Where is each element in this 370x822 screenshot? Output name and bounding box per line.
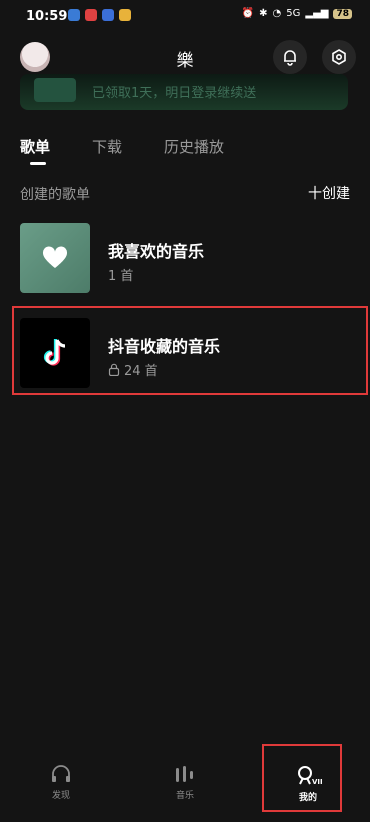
tab-playlists[interactable]: 歌单 xyxy=(20,136,50,165)
settings-button[interactable] xyxy=(322,40,356,74)
battery-level: 78 xyxy=(333,8,352,19)
gear-icon xyxy=(332,49,346,65)
music-bars-icon xyxy=(176,766,193,782)
playlist-name: 我喜欢的音乐 xyxy=(108,242,205,261)
status-bar: 10:59 ⏰ ✱ ◔ 5G ▂▄▆ 78 xyxy=(0,0,370,34)
app-notification-icon xyxy=(102,9,114,21)
wifi-icon: ◔ xyxy=(272,8,282,19)
section-label: 创建的歌单 xyxy=(20,187,90,203)
bluetooth-icon: ✱ xyxy=(259,8,268,19)
alarm-icon: ⏰ xyxy=(241,8,255,19)
highlight-box xyxy=(262,744,342,812)
status-app-icons xyxy=(68,9,131,21)
heart-icon xyxy=(42,246,68,268)
network-label: 5G xyxy=(286,8,301,19)
status-time: 10:59 xyxy=(26,9,68,24)
notification-button[interactable] xyxy=(273,40,307,74)
playlist-item-liked[interactable]: 我喜欢的音乐 1 首 xyxy=(20,223,350,295)
app-notification-icon xyxy=(85,9,97,21)
tab-bar: 歌单 下载 历史播放 xyxy=(20,136,266,165)
bell-icon xyxy=(284,50,296,66)
nav-discover[interactable]: 发现 xyxy=(31,764,91,801)
status-right: ⏰ ✱ ◔ 5G ▂▄▆ 78 xyxy=(242,8,352,19)
reward-banner[interactable]: 已领取1天，明日登录继续送 xyxy=(20,74,348,110)
banner-image xyxy=(34,78,76,102)
nav-label: 音乐 xyxy=(175,791,194,801)
tab-downloads[interactable]: 下载 xyxy=(92,136,122,157)
nav-music[interactable]: 音乐 xyxy=(155,764,215,801)
headphones-icon xyxy=(52,765,70,782)
section-header: 创建的歌单 十创建 xyxy=(20,184,350,204)
page-title: 樂 xyxy=(176,51,194,71)
app-notification-icon xyxy=(68,9,80,21)
highlight-box xyxy=(12,306,368,395)
playlist-count-text: 1 首 xyxy=(108,269,134,284)
nav-label: 发现 xyxy=(51,791,70,801)
playlist-cover xyxy=(20,223,90,293)
app-notification-icon xyxy=(119,9,131,21)
signal-icon: ▂▄▆ xyxy=(305,8,329,19)
banner-text: 已领取1天，明日登录继续送 xyxy=(92,86,257,101)
playlist-count: 1 首 xyxy=(108,265,133,284)
tab-history[interactable]: 历史播放 xyxy=(164,136,224,157)
create-playlist-button[interactable]: 十创建 xyxy=(308,183,350,203)
